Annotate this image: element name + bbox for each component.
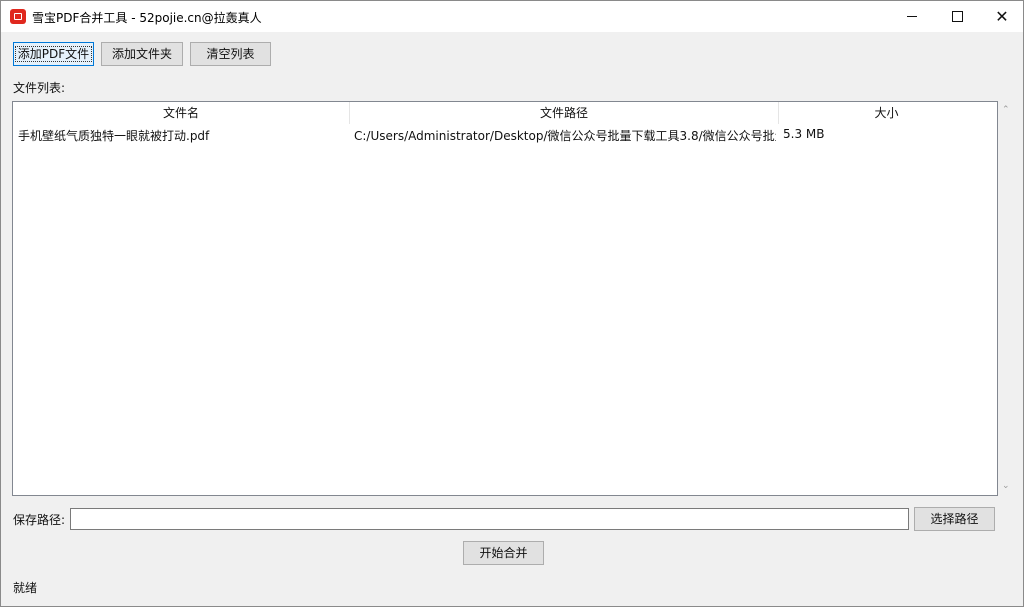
file-list-table[interactable]: 文件名 文件路径 大小 手机壁纸气质独特一眼就被打动.pdf C:/Users/… <box>12 101 998 496</box>
column-header-size[interactable]: 大小 <box>779 102 994 124</box>
save-path-input[interactable] <box>70 508 909 530</box>
close-icon: ✕ <box>995 6 1009 26</box>
status-text: 就绪 <box>13 581 38 595</box>
start-merge-button[interactable]: 开始合并 <box>463 541 544 565</box>
minimize-button[interactable] <box>889 1 935 32</box>
maximize-icon <box>951 11 963 22</box>
row-file-path: C:/Users/Administrator/Desktop/微信公众号批量下载… <box>354 129 776 143</box>
add-pdf-label: 添加PDF文件 <box>14 46 93 62</box>
row-file-size: 5.3 MB <box>783 127 825 141</box>
browse-path-button[interactable]: 选择路径 <box>914 507 995 531</box>
add-pdf-button[interactable]: 添加PDF文件 <box>13 42 94 66</box>
browse-path-label: 选择路径 <box>930 512 979 526</box>
column-header-path[interactable]: 文件路径 <box>350 102 778 124</box>
app-pdf-icon <box>10 9 26 24</box>
start-merge-label: 开始合并 <box>479 546 528 560</box>
clear-list-button[interactable]: 清空列表 <box>190 42 271 66</box>
main-window: 雪宝PDF合并工具 - 52pojie.cn@拉轰真人 ✕ 添加PDF文件 添加… <box>0 0 1024 607</box>
close-button[interactable]: ✕ <box>979 1 1023 32</box>
row-file-name: 手机壁纸气质独特一眼就被打动.pdf <box>18 129 210 143</box>
window-title: 雪宝PDF合并工具 - 52pojie.cn@拉轰真人 <box>32 11 262 25</box>
chevron-up-icon[interactable]: ⌃ <box>1002 105 1010 115</box>
minimize-icon <box>907 16 917 17</box>
add-folder-button[interactable]: 添加文件夹 <box>101 42 183 66</box>
clear-list-label: 清空列表 <box>206 47 255 61</box>
maximize-button[interactable] <box>934 1 980 32</box>
title-bar: 雪宝PDF合并工具 - 52pojie.cn@拉轰真人 ✕ <box>1 1 1023 32</box>
chevron-down-icon[interactable]: ⌄ <box>1002 481 1010 491</box>
save-path-label: 保存路径: <box>13 513 66 527</box>
file-list-label: 文件列表: <box>13 81 66 95</box>
column-header-name[interactable]: 文件名 <box>13 102 349 124</box>
add-folder-label: 添加文件夹 <box>111 47 172 61</box>
